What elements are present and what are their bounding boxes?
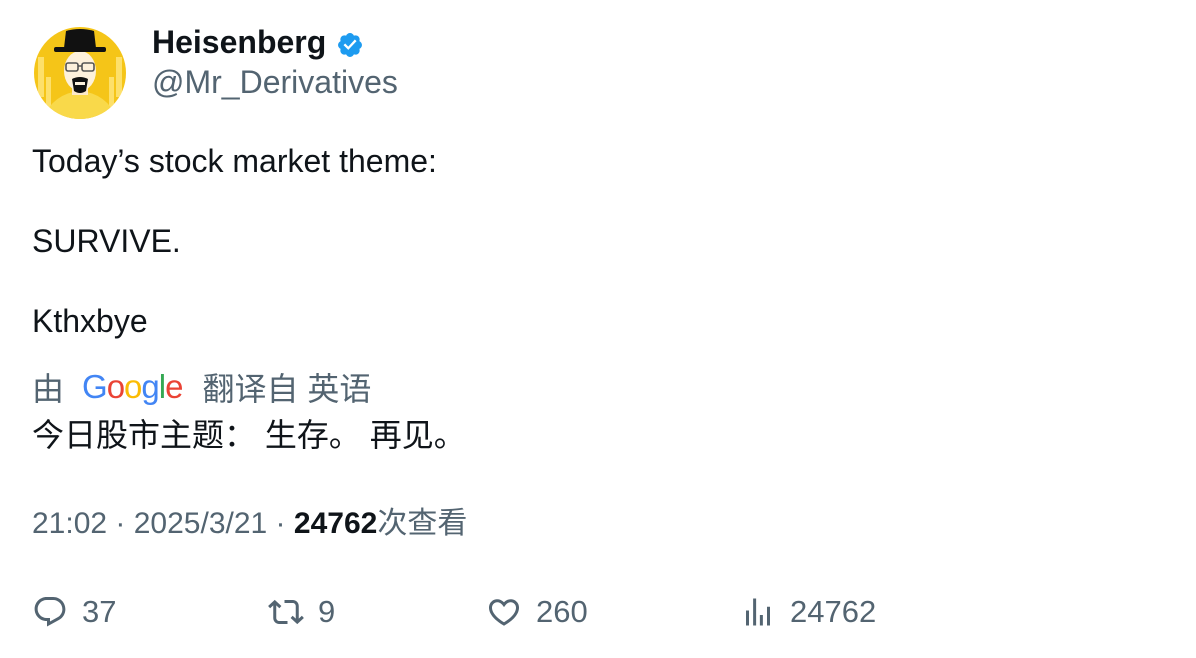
tweet-text-line-3: Kthxbye: [32, 303, 148, 339]
like-button[interactable]: 260: [486, 590, 588, 634]
reply-count: 37: [82, 594, 117, 629]
views-button[interactable]: 24762: [740, 590, 876, 634]
reply-button[interactable]: 37: [32, 590, 116, 634]
like-count: 260: [536, 594, 588, 629]
avatar[interactable]: [34, 27, 126, 119]
translated-from-label: 翻译自 英语: [202, 371, 372, 407]
verified-badge-icon[interactable]: [336, 28, 364, 57]
tweet-time[interactable]: 21:02: [32, 507, 107, 540]
reply-icon: [34, 597, 66, 627]
bar-chart-icon: [746, 598, 770, 626]
translated-by-label: 由: [32, 371, 65, 407]
google-logo: Google: [82, 368, 183, 405]
tweet-meta: 21:02 · 2025/3/21 · 24762次查看: [32, 504, 467, 544]
action-bar: 37 9 260 24762: [0, 590, 1196, 634]
retweet-icon: [268, 599, 304, 625]
tweet-text-line-2: SURVIVE.: [32, 223, 181, 259]
tweet-text-line-1: Today’s stock market theme:: [32, 143, 437, 179]
meta-separator: ·: [267, 507, 294, 540]
handle[interactable]: @Mr_Derivatives: [152, 62, 398, 102]
meta-separator: ·: [107, 507, 134, 540]
display-name-row[interactable]: Heisenberg: [152, 22, 364, 62]
view-count: 24762: [293, 507, 378, 540]
tweet-date[interactable]: 2025/3/21: [134, 507, 267, 540]
views-count: 24762: [790, 594, 877, 629]
display-name[interactable]: Heisenberg: [152, 22, 326, 62]
translation-attribution[interactable]: 由 Google 翻译自 英语: [32, 366, 371, 408]
heisenberg-avatar-icon: [34, 27, 126, 119]
retweet-count: 9: [318, 594, 336, 629]
translated-text: 今日股市主题： 生存。 再见。: [32, 417, 466, 453]
heart-icon: [488, 599, 520, 626]
retweet-button[interactable]: 9: [268, 590, 335, 634]
views-label: 次查看: [377, 507, 468, 540]
